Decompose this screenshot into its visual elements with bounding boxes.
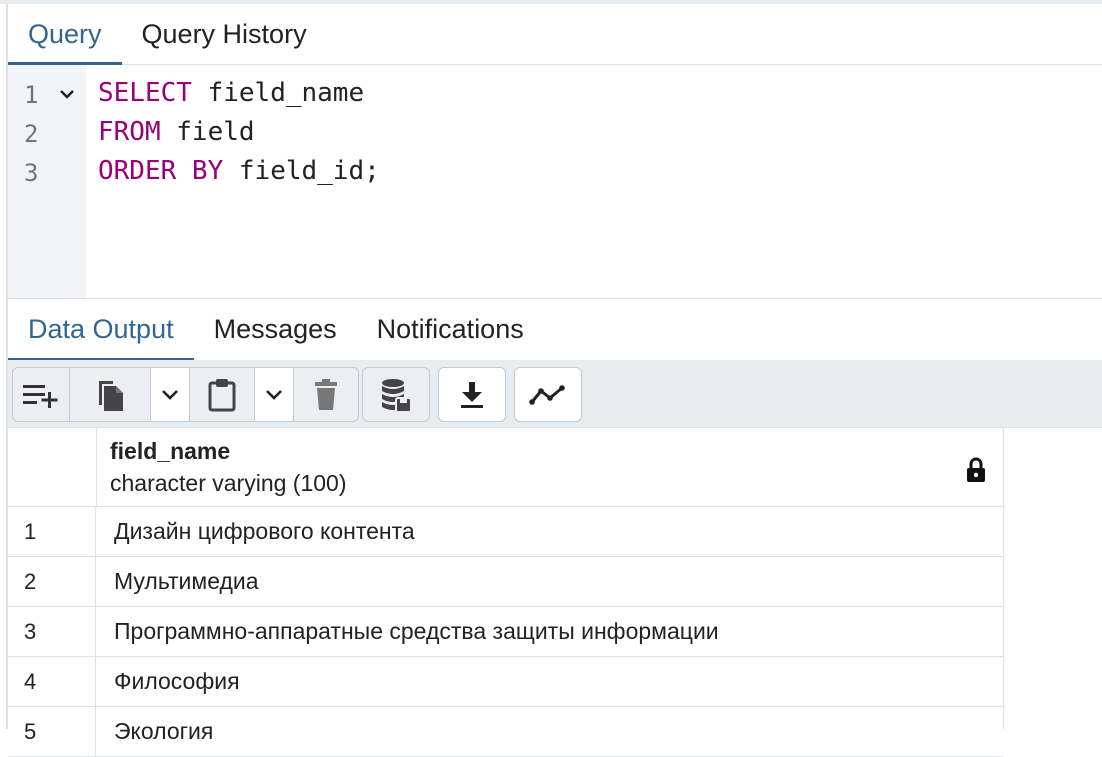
chevron-down-icon — [162, 389, 178, 400]
row-number[interactable]: 2 — [8, 557, 96, 606]
sql-keyword: ORDER BY — [98, 156, 224, 186]
cell-value[interactable]: Дизайн цифрового контента — [114, 507, 415, 556]
copy-icon — [99, 380, 123, 411]
column-type: character varying (100) — [110, 470, 347, 496]
download-icon — [461, 381, 483, 408]
sql-text: field — [160, 117, 255, 147]
line-number: 2 — [24, 120, 39, 148]
left-rule — [6, 4, 8, 729]
code-line-2: FROM field — [98, 117, 255, 147]
column-name[interactable]: field_name — [110, 438, 230, 465]
delete-icon — [315, 378, 337, 410]
save-button-group — [362, 367, 430, 422]
paste-options-dropdown[interactable] — [255, 368, 294, 421]
copy-options-dropdown[interactable] — [151, 368, 190, 421]
paste-icon — [208, 378, 236, 411]
paste-button[interactable] — [190, 368, 255, 421]
select-all-cell[interactable] — [8, 428, 97, 506]
cell-value[interactable]: Программно-аппаратные средства защиты ин… — [114, 607, 719, 656]
sql-keyword: SELECT — [98, 78, 192, 108]
table-row[interactable]: 5 Экология — [8, 707, 1003, 757]
add-row-button[interactable] — [13, 368, 70, 421]
grid-header: field_name character varying (100) — [8, 428, 1003, 507]
data-grid: field_name character varying (100) 1 Диз… — [8, 428, 1003, 757]
sql-text: field_id; — [223, 156, 380, 186]
delete-button[interactable] — [294, 368, 358, 421]
cell-value[interactable]: Мультимедиа — [114, 557, 259, 606]
row-number[interactable]: 4 — [8, 657, 96, 706]
chevron-down-icon — [266, 389, 282, 400]
line-number: 3 — [24, 159, 39, 187]
cell-value[interactable]: Философия — [114, 657, 240, 706]
fold-chevron-icon[interactable] — [58, 85, 76, 103]
cell-value[interactable]: Экология — [114, 707, 213, 756]
lock-icon — [967, 457, 985, 482]
add-row-icon — [23, 384, 58, 408]
graph-icon — [529, 384, 565, 405]
row-number[interactable]: 5 — [8, 707, 96, 756]
tab-data-output[interactable]: Data Output — [8, 299, 194, 361]
table-row[interactable]: 4 Философия — [8, 657, 1003, 707]
download-button[interactable] — [439, 368, 505, 421]
table-row[interactable]: 3 Программно-аппаратные средства защиты … — [8, 607, 1003, 657]
query-tabs: Query Query History — [8, 4, 1102, 65]
sql-text: field_name — [191, 78, 365, 108]
graph-visualiser-button[interactable] — [515, 368, 581, 421]
data-toolbar — [8, 360, 1102, 428]
code-line-1: SELECT field_name — [98, 78, 364, 108]
tab-notifications[interactable]: Notifications — [357, 299, 544, 360]
table-row[interactable]: 1 Дизайн цифрового контента — [8, 507, 1003, 557]
row-number[interactable]: 3 — [8, 607, 96, 656]
grid-right-border — [1003, 428, 1004, 729]
save-data-icon — [382, 378, 412, 413]
editor-gutter: 1 2 3 — [8, 65, 86, 298]
edit-button-group — [12, 367, 359, 422]
code-line-3: ORDER BY field_id; — [98, 156, 380, 186]
row-number[interactable]: 1 — [8, 507, 96, 556]
line-number: 1 — [24, 81, 39, 109]
output-tabs: Data Output Messages Notifications — [8, 298, 1102, 361]
save-data-button[interactable] — [363, 368, 429, 421]
table-row[interactable]: 2 Мультимедиа — [8, 557, 1003, 607]
tab-query[interactable]: Query — [8, 4, 122, 65]
copy-button[interactable] — [70, 368, 151, 421]
sql-editor[interactable]: 1 2 3 SELECT field_name FROM field ORDER… — [8, 65, 1102, 298]
sql-keyword: FROM — [98, 117, 161, 147]
download-button-group — [438, 367, 506, 422]
graph-button-group — [514, 367, 582, 422]
tab-messages[interactable]: Messages — [194, 299, 357, 360]
tab-query-history[interactable]: Query History — [122, 4, 327, 64]
